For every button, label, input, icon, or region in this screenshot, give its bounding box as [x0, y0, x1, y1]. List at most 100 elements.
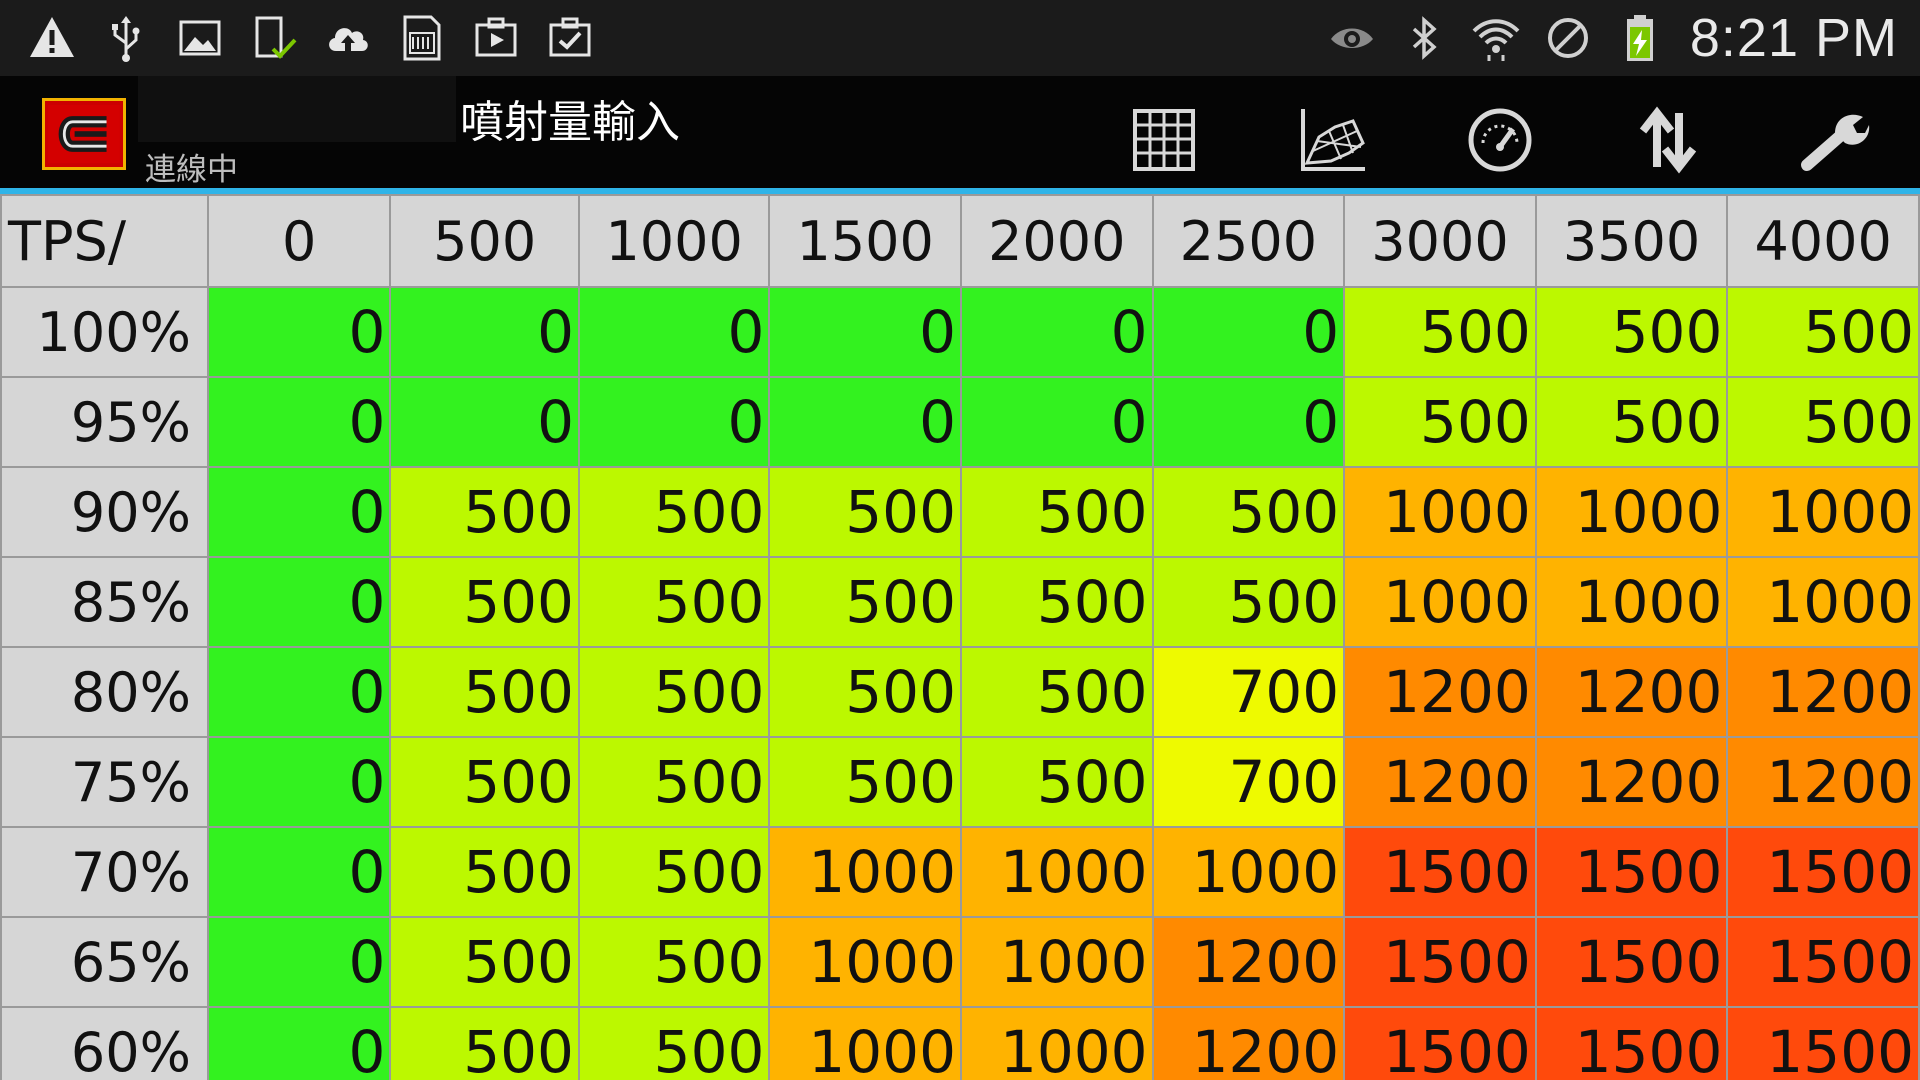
- map-cell[interactable]: 500: [959, 736, 1154, 828]
- map-cell[interactable]: 0: [389, 376, 580, 468]
- map-cell[interactable]: 0: [959, 286, 1154, 378]
- map-cell[interactable]: 1200: [1726, 736, 1920, 828]
- map-cell[interactable]: 1500: [1534, 826, 1729, 918]
- map-cell[interactable]: 0: [389, 286, 580, 378]
- map-cell[interactable]: 1000: [1151, 826, 1346, 918]
- map-cell[interactable]: 0: [1151, 286, 1346, 378]
- transfer-icon: [1639, 106, 1697, 174]
- map-cell[interactable]: 500: [389, 916, 580, 1008]
- map-cell[interactable]: 0: [206, 826, 392, 918]
- map-cell[interactable]: 500: [1726, 376, 1920, 468]
- map-cell[interactable]: 1000: [1726, 556, 1920, 648]
- row-header: 100%: [0, 286, 209, 378]
- map-cell[interactable]: 1500: [1534, 916, 1729, 1008]
- map-cell[interactable]: 0: [206, 646, 392, 738]
- map-cell[interactable]: 500: [577, 1006, 771, 1080]
- map-cell[interactable]: 1500: [1343, 1006, 1537, 1080]
- table-row: 90% 0 500 500 500 500 500 1000 1000 1000: [0, 466, 1920, 558]
- map-cell[interactable]: 500: [577, 916, 771, 1008]
- map-cell[interactable]: 1000: [1534, 556, 1729, 648]
- map-cell[interactable]: 1200: [1343, 736, 1537, 828]
- table-view-button[interactable]: [1116, 92, 1212, 188]
- map-cell[interactable]: 0: [206, 556, 392, 648]
- status-clock: 8:21 PM: [1689, 8, 1898, 68]
- map-cell[interactable]: 1200: [1151, 1006, 1346, 1080]
- settings-button[interactable]: [1788, 92, 1884, 188]
- map-cell[interactable]: 0: [959, 376, 1154, 468]
- row-header: 80%: [0, 646, 209, 738]
- map-cell[interactable]: 500: [389, 646, 580, 738]
- map-cell[interactable]: 500: [577, 826, 771, 918]
- map-cell[interactable]: 0: [206, 466, 392, 558]
- map-cell[interactable]: 0: [206, 1006, 392, 1080]
- bluetooth-icon: [1396, 10, 1452, 66]
- map-cell[interactable]: 500: [1343, 286, 1537, 378]
- map-cell[interactable]: 0: [768, 376, 962, 468]
- map-cell[interactable]: 500: [959, 646, 1154, 738]
- map-cell[interactable]: 500: [577, 646, 771, 738]
- map-cell[interactable]: 0: [768, 286, 962, 378]
- map-cell[interactable]: 0: [206, 736, 392, 828]
- map-cell[interactable]: 500: [389, 556, 580, 648]
- map-cell[interactable]: 500: [768, 556, 962, 648]
- map-cell[interactable]: 0: [577, 376, 771, 468]
- map-cell[interactable]: 1000: [959, 1006, 1154, 1080]
- map-cell[interactable]: 1000: [1726, 466, 1920, 558]
- map-cell[interactable]: 1000: [768, 826, 962, 918]
- map-cell[interactable]: 500: [768, 466, 962, 558]
- map-cell[interactable]: 500: [389, 826, 580, 918]
- map-cell[interactable]: 1000: [959, 826, 1154, 918]
- map-cell[interactable]: 1500: [1343, 916, 1537, 1008]
- map-cell[interactable]: 1500: [1534, 1006, 1729, 1080]
- map-cell[interactable]: 500: [389, 1006, 580, 1080]
- map-cell[interactable]: 500: [577, 556, 771, 648]
- map-cell[interactable]: 700: [1151, 646, 1346, 738]
- map-cell[interactable]: 1200: [1726, 646, 1920, 738]
- map-cell[interactable]: 1200: [1534, 736, 1729, 828]
- map-cell[interactable]: 500: [1343, 376, 1537, 468]
- map-cell[interactable]: 1200: [1534, 646, 1729, 738]
- map-cell[interactable]: 1200: [1151, 916, 1346, 1008]
- map-cell[interactable]: 500: [1726, 286, 1920, 378]
- column-header: 0: [206, 194, 392, 288]
- app-logo[interactable]: [42, 98, 126, 170]
- map-cell[interactable]: 500: [1151, 466, 1346, 558]
- map-cell[interactable]: 0: [206, 286, 392, 378]
- map-cell[interactable]: 1000: [768, 916, 962, 1008]
- cloud-upload-icon: [320, 10, 376, 66]
- map-cell[interactable]: 500: [577, 736, 771, 828]
- usb-icon: [98, 10, 154, 66]
- map-cell[interactable]: 700: [1151, 736, 1346, 828]
- map-cell[interactable]: 0: [577, 286, 771, 378]
- notification-icons: [0, 0, 598, 76]
- transfer-button[interactable]: [1620, 92, 1716, 188]
- map-cell[interactable]: 1500: [1726, 1006, 1920, 1080]
- map-cell[interactable]: 1000: [1534, 466, 1729, 558]
- map-cell[interactable]: 500: [768, 736, 962, 828]
- map-cell[interactable]: 500: [389, 466, 580, 558]
- map-cell[interactable]: 1000: [768, 1006, 962, 1080]
- map-cell[interactable]: 500: [1534, 286, 1729, 378]
- graph-view-button[interactable]: [1284, 92, 1380, 188]
- gauge-button[interactable]: [1452, 92, 1548, 188]
- map-cell[interactable]: 1000: [959, 916, 1154, 1008]
- map-cell[interactable]: 1500: [1726, 826, 1920, 918]
- clipboard-check-icon: [542, 10, 598, 66]
- map-cell[interactable]: 500: [959, 466, 1154, 558]
- map-cell[interactable]: 1500: [1343, 826, 1537, 918]
- map-cell[interactable]: 0: [1151, 376, 1346, 468]
- map-cell[interactable]: 1500: [1726, 916, 1920, 1008]
- map-cell[interactable]: 1000: [1343, 466, 1537, 558]
- corner-label: TPS/: [0, 194, 209, 288]
- map-cell[interactable]: 1200: [1343, 646, 1537, 738]
- map-cell[interactable]: 0: [206, 916, 392, 1008]
- map-cell[interactable]: 500: [768, 646, 962, 738]
- map-cell[interactable]: 500: [959, 556, 1154, 648]
- map-cell[interactable]: 500: [577, 466, 771, 558]
- map-cell[interactable]: 500: [389, 736, 580, 828]
- map-cell[interactable]: 500: [1151, 556, 1346, 648]
- map-cell[interactable]: 500: [1534, 376, 1729, 468]
- map-cell[interactable]: 0: [206, 376, 392, 468]
- table-row: 75% 0 500 500 500 500 700 1200 1200 1200: [0, 736, 1920, 828]
- map-cell[interactable]: 1000: [1343, 556, 1537, 648]
